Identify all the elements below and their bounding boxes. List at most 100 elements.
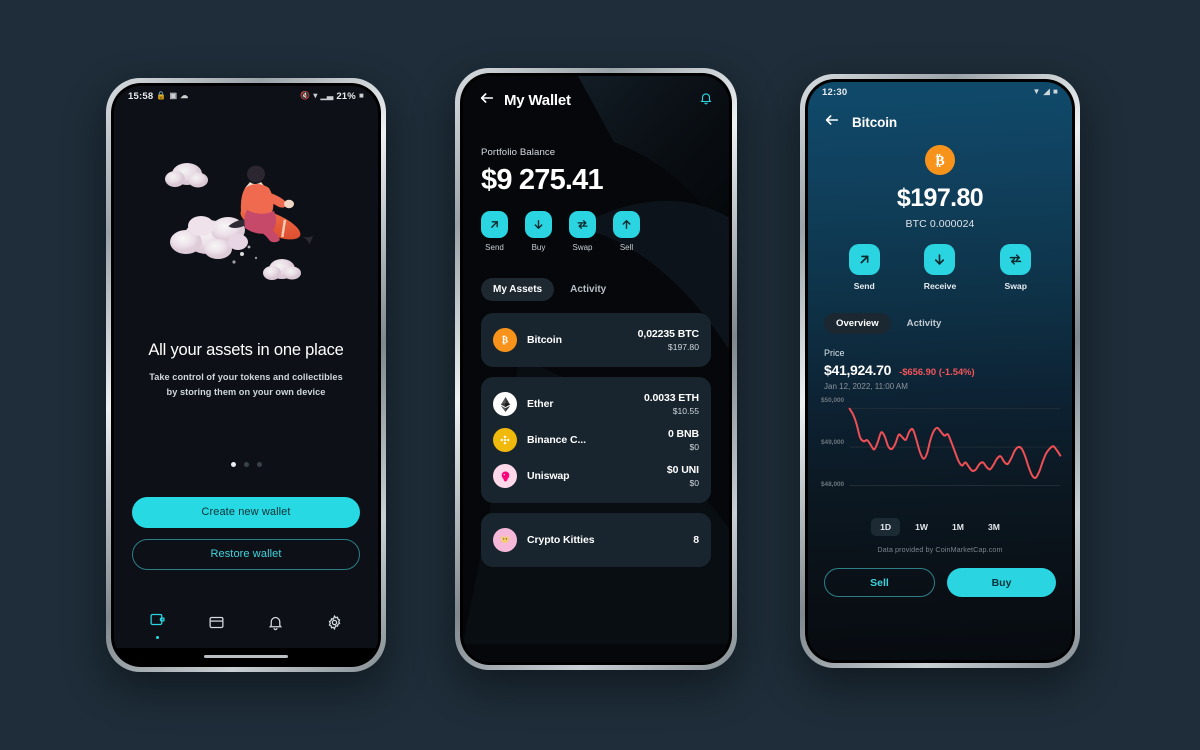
coin-actions: Send Receive Swap (808, 244, 1072, 291)
tab-notifications[interactable] (267, 614, 284, 636)
range-3m[interactable]: 3M (979, 518, 1009, 536)
action-swap[interactable]: Swap (569, 211, 596, 252)
asset-amount: 8 (693, 534, 699, 546)
arrow-up-right-icon (848, 244, 880, 275)
list-item[interactable]: Ether 0.0033 ETH $10.55 (493, 386, 699, 422)
price-value: $41,924.70 (824, 362, 892, 378)
action-sell-label: Sell (619, 243, 634, 252)
action-swap-label: Swap (1004, 281, 1027, 291)
bell-icon[interactable] (699, 91, 713, 110)
action-buy[interactable]: Buy (525, 211, 552, 252)
balance-value: $9 275.41 (481, 164, 604, 196)
arrow-up-right-icon (481, 211, 508, 238)
back-arrow-icon[interactable] (824, 112, 840, 133)
action-receive[interactable]: Receive (923, 244, 957, 291)
create-new-wallet-button[interactable]: Create new wallet (132, 496, 360, 528)
lock-icon: 🔒 (156, 91, 167, 100)
tab-overview[interactable]: Overview (824, 313, 891, 334)
asset-fiat: $10.55 (672, 406, 699, 416)
coin-header: Bitcoin (808, 102, 1072, 133)
tab-settings[interactable] (326, 614, 343, 636)
page-title: My Wallet (504, 92, 571, 109)
poster-canvas: 15:58 🔒 ▣ ☁ 🔇 ▾ ▁▃ 21% ■ All your assets… (0, 0, 1200, 750)
list-item[interactable]: Uniswap $0 UNI $0 (493, 458, 699, 494)
y-tick-1: $49,000 (821, 439, 845, 446)
action-sell[interactable]: Sell (613, 211, 640, 252)
list-item[interactable]: ₿ Bitcoin 0,02235 BTC $197.80 (493, 322, 699, 358)
range-1m[interactable]: 1M (943, 518, 973, 536)
asset-name: Uniswap (527, 470, 570, 482)
tab-activity[interactable]: Activity (558, 278, 618, 301)
phone1-bezel: 15:58 🔒 ▣ ☁ 🔇 ▾ ▁▃ 21% ■ All your assets… (111, 83, 381, 667)
asset-amount: $0 UNI (666, 464, 699, 476)
page-title: Bitcoin (852, 115, 898, 130)
action-swap-label: Swap (572, 243, 593, 252)
range-1w[interactable]: 1W (906, 518, 937, 536)
action-send[interactable]: Send (481, 211, 508, 252)
swap-icon (1000, 244, 1032, 275)
range-1d[interactable]: 1D (871, 518, 901, 536)
price-chart[interactable]: $50,000 $49,000 $48,000 (808, 391, 1072, 510)
bell-icon (267, 614, 284, 636)
arrow-up-icon (613, 211, 640, 238)
onboarding-actions: Create new wallet Restore wallet (114, 467, 378, 570)
asset-name: Crypto Kitties (527, 534, 595, 546)
action-swap[interactable]: Swap (1000, 244, 1032, 291)
action-send-label: Send (485, 243, 504, 252)
image-icon: ▣ (169, 91, 178, 100)
sell-button[interactable]: Sell (824, 568, 935, 597)
action-send[interactable]: Send (848, 244, 880, 291)
phone3-screen: 12:30 ▼ ◢ ■ Bitcoin ₿ $197.80 BTC 0.0000… (808, 82, 1072, 660)
mute-icon: 🔇 (300, 91, 311, 100)
phone1-screen: 15:58 🔒 ▣ ☁ 🔇 ▾ ▁▃ 21% ■ All your assets… (114, 86, 378, 664)
price-change: -$656.90 (-1.54%) (899, 366, 975, 377)
asset-name: Binance C... (527, 434, 586, 446)
action-buy-label: Buy (531, 243, 546, 252)
wallet-actions: Send Buy Swap Sell (481, 211, 711, 252)
wallet-icon (149, 611, 166, 633)
tab-cards[interactable] (208, 614, 225, 636)
bitcoin-icon: ₿ (493, 328, 517, 352)
phone2-bezel: My Wallet Portfolio Balance $9 275.41 Se… (460, 73, 732, 665)
tab-wallet[interactable] (149, 611, 166, 639)
wallet-header: My Wallet (463, 76, 729, 111)
phone2-screen: My Wallet Portfolio Balance $9 275.41 Se… (463, 76, 729, 662)
data-credit: Data provided by CoinMarketCap.com (877, 545, 1003, 554)
asset-name: Ether (527, 398, 554, 410)
coin-footer-actions: Sell Buy (808, 554, 1072, 597)
action-receive-label: Receive (923, 281, 957, 291)
tab-my-assets[interactable]: My Assets (481, 278, 555, 301)
phone-coin-detail: 12:30 ▼ ◢ ■ Bitcoin ₿ $197.80 BTC 0.0000… (800, 74, 1080, 668)
price-section: Price $41,924.70 -$656.90 (-1.54%) Jan 1… (808, 334, 1072, 391)
asset-name: Bitcoin (527, 334, 562, 346)
status-battery-label: 21% (336, 90, 356, 102)
cloud-icon: ☁ (180, 91, 189, 100)
battery-icon: ■ (358, 91, 364, 100)
coin-hero: ₿ $197.80 BTC 0.000024 Send Receive Swap (808, 133, 1072, 291)
phone-wallet: My Wallet Portfolio Balance $9 275.41 Se… (455, 68, 737, 670)
arrow-down-icon (525, 211, 552, 238)
coin-crypto-value: BTC 0.000024 (905, 218, 975, 230)
ethereum-icon (493, 392, 517, 416)
phone3-bezel: 12:30 ▼ ◢ ■ Bitcoin ₿ $197.80 BTC 0.0000… (805, 79, 1075, 663)
home-indicator (114, 648, 378, 664)
card-icon (208, 614, 225, 636)
asset-fiat: $0 (689, 442, 699, 452)
signal-icon: ◢ (1043, 87, 1050, 96)
balance-label: Portfolio Balance (481, 147, 556, 158)
bitcoin-icon: ₿ (925, 145, 955, 175)
list-item[interactable]: Crypto Kitties 8 (493, 522, 699, 558)
restore-wallet-button[interactable]: Restore wallet (132, 538, 360, 570)
buy-button[interactable]: Buy (947, 568, 1056, 597)
asset-fiat: $197.80 (667, 342, 699, 352)
tab-activity[interactable]: Activity (895, 313, 954, 334)
back-arrow-icon[interactable] (479, 90, 495, 111)
price-label: Price (824, 348, 845, 358)
coin-fiat-value: $197.80 (896, 184, 984, 212)
wifi-icon: ▾ (313, 91, 318, 100)
asset-group: ₿ Bitcoin 0,02235 BTC $197.80 (481, 313, 711, 367)
tab-active-indicator (156, 636, 159, 639)
list-item[interactable]: Binance C... 0 BNB $0 (493, 422, 699, 458)
battery-icon: ■ (1052, 87, 1058, 96)
uniswap-icon (493, 464, 517, 488)
